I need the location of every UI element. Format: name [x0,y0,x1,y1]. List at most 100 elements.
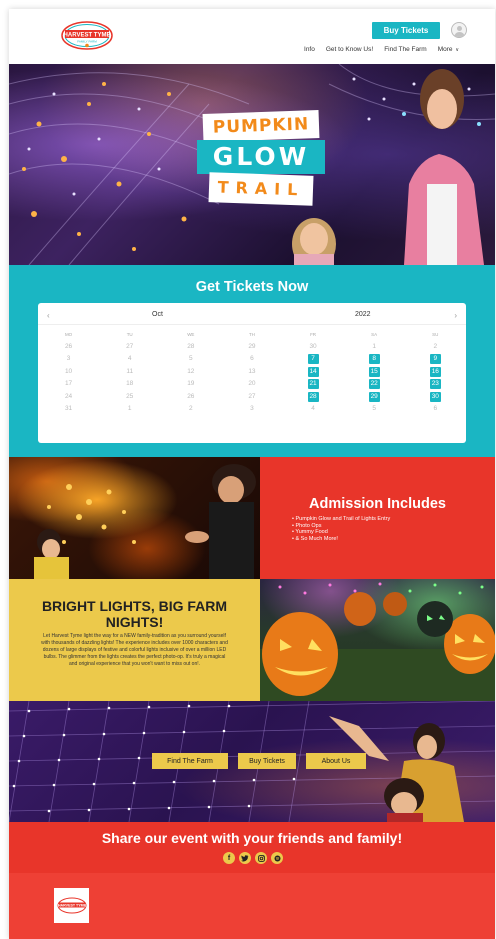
unavailable-date: 4 [311,405,315,413]
calendar-week-row: 17 18 19 20 21 22 23 [38,378,466,391]
share-link-icon[interactable] [271,852,283,864]
unavailable-date: 3 [66,355,71,363]
unavailable-date: 13 [248,367,256,375]
chevron-left-icon[interactable]: ‹ [47,311,50,320]
hero-title-pumpkin: PUMPKIN [202,109,320,143]
available-date[interactable]: 8 [368,354,380,365]
list-item: & So Much More! [292,536,390,543]
header-buy-tickets-button[interactable]: Buy Tickets [372,22,440,39]
calendar-weekday: MO [64,331,73,337]
user-avatar-icon[interactable] [451,22,467,38]
nav-more-label: More [437,46,453,53]
chevron-right-icon[interactable]: › [454,311,457,320]
admission-panel: Admission Includes Pumpkin Glow and Trai… [260,457,495,579]
available-date[interactable]: 22 [368,379,380,390]
nav-get-to-know-us[interactable]: Get to Know Us! [326,46,373,53]
unavailable-date: 28 [187,342,195,350]
calendar-day-cell: 13 [221,367,282,377]
calendar-day-cell[interactable]: 9 [405,354,466,365]
calendar-day-cell[interactable]: 29 [344,391,405,402]
available-date[interactable]: 21 [307,379,319,390]
cta-band: Find The Farm Buy Tickets About Us [9,701,495,822]
twitter-icon[interactable] [239,852,251,864]
bright-lights-body: Let Harvest Tyme light the way for a NEW… [41,633,228,667]
facebook-icon[interactable]: f [223,852,235,864]
calendar-day-cell: 3 [38,354,99,364]
calendar-day-cell[interactable]: 22 [344,379,405,390]
share-title: Share our event with your friends and fa… [101,830,403,846]
unavailable-date: 2 [433,342,438,350]
share-section: Share our event with your friends and fa… [9,822,495,873]
available-date[interactable]: 15 [368,366,380,377]
list-item: Pumpkin Glow and Trail of Lights Entry [292,516,390,523]
calendar-day-cell[interactable]: 7 [283,354,344,365]
unavailable-date: 27 [126,342,134,350]
calendar-day-cell[interactable]: 8 [344,354,405,365]
date-picker-calendar: ‹ Oct 2022 › MO TU WE TH FR SA SU 26 27 28 29 30 1 2 3… [38,303,466,443]
calendar-day-cell: 18 [99,379,160,389]
available-date[interactable]: 30 [429,391,441,402]
calendar-day-cell[interactable]: 15 [344,366,405,377]
unavailable-date: 31 [64,405,73,413]
calendar-weekday: SU [432,331,439,337]
calendar-day-cell: 12 [160,367,221,377]
nav-info[interactable]: Info [304,46,315,53]
unavailable-date: 1 [372,342,376,350]
unavailable-date: 20 [248,380,256,388]
calendar-week-row: 31 1 2 3 4 5 6 [38,403,466,416]
calendar-day-cell[interactable]: 14 [283,366,344,377]
calendar-day-cell[interactable]: 21 [283,379,344,390]
available-date[interactable]: 29 [368,391,380,402]
available-date[interactable]: 9 [429,354,441,365]
calendar-month[interactable]: Oct [152,311,163,318]
calendar-day-cell[interactable]: 23 [405,379,466,390]
unavailable-date: 10 [64,367,73,375]
calendar-week-row: 10 11 12 13 14 15 16 [38,366,466,379]
calendar-grid: MO TU WE TH FR SA SU 26 27 28 29 30 1 2 3 4 5 6 7 8 9 10 11 12 1… [38,328,466,416]
calendar-day-cell[interactable]: 16 [405,366,466,377]
calendar-day-cell: 5 [160,354,221,364]
admission-section: Admission Includes Pumpkin Glow and Trai… [9,457,495,579]
calendar-day-cell: 3 [221,404,282,414]
buy-tickets-button[interactable]: Buy Tickets [238,753,296,769]
unavailable-date: 24 [64,392,73,400]
find-the-farm-button[interactable]: Find The Farm [152,753,228,769]
unavailable-date: 17 [64,380,73,388]
family-lights-photo [9,457,260,579]
chevron-down-icon: ∨ [455,47,459,53]
calendar-day-cell: 25 [99,392,160,402]
svg-text:HARVEST TYME: HARVEST TYME [57,904,86,908]
available-date[interactable]: 28 [307,391,319,402]
unavailable-date: 29 [248,342,256,350]
footer-logo[interactable]: HARVEST TYME [54,888,89,923]
available-date[interactable]: 16 [429,366,441,377]
calendar-day-cell[interactable]: 28 [283,391,344,402]
instagram-icon[interactable] [255,852,267,864]
available-date[interactable]: 14 [307,366,319,377]
calendar-year[interactable]: 2022 [355,311,371,318]
calendar-day-cell: 29 [221,342,282,352]
calendar-day-cell: 26 [160,392,221,402]
calendar-day-cell: 2 [405,342,466,352]
unavailable-date: 6 [433,405,438,413]
calendar-day-cell: 26 [38,342,99,352]
calendar-day-cell[interactable]: 30 [405,391,466,402]
calendar-day-cell: 6 [221,354,282,364]
unavailable-date: 1 [127,405,132,413]
calendar-day-cell: 4 [99,354,160,364]
calendar-day-cell: 10 [38,367,99,377]
nav-find-the-farm[interactable]: Find The Farm [384,46,427,53]
unavailable-date: 5 [372,405,376,413]
tickets-section: Get Tickets Now ‹ Oct 2022 › MO TU WE TH FR S… [9,265,495,457]
nav-more[interactable]: More ∨ [438,46,459,53]
unavailable-date: 27 [248,392,256,400]
unavailable-date: 11 [126,367,134,375]
available-date[interactable]: 23 [429,379,441,390]
unavailable-date: 30 [309,342,317,350]
harvest-tyme-logo[interactable]: HARVEST TYME FAMILY FARM [61,21,113,50]
available-date[interactable]: 7 [307,354,319,365]
social-links: f [223,852,283,864]
calendar-day-cell: 2 [160,404,221,414]
calendar-day-cell: 1 [344,342,405,352]
about-us-button[interactable]: About Us [306,753,366,769]
